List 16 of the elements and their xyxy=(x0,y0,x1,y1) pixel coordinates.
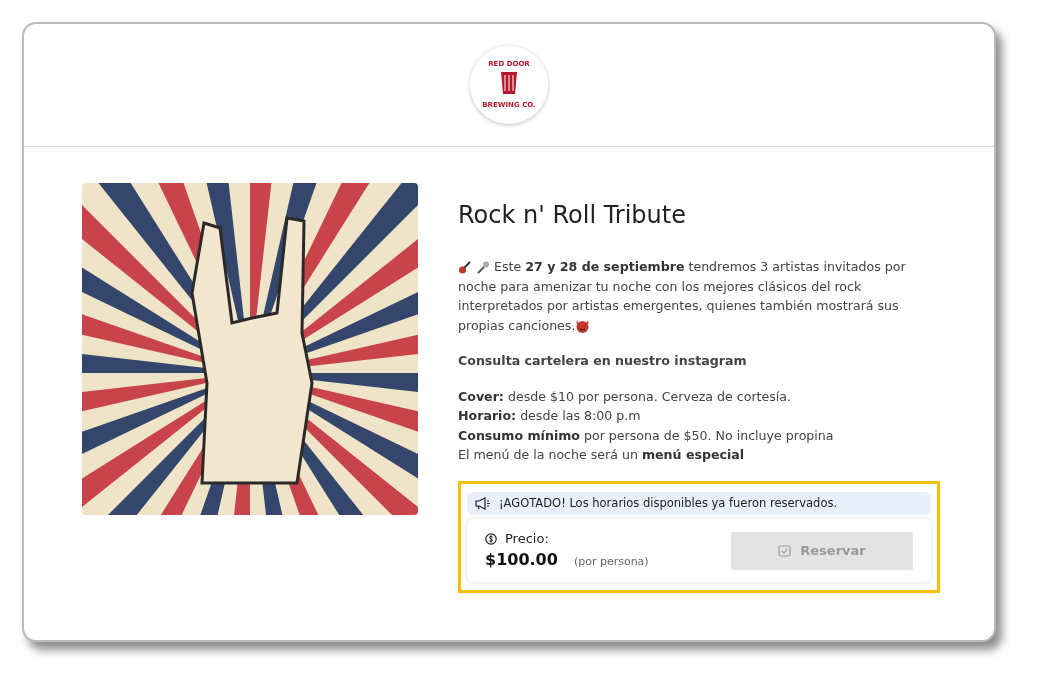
event-detail-line: El menú de la noche será un menú especial xyxy=(458,446,746,464)
price-label: Precio: xyxy=(505,529,549,548)
price-unit: (por persona) xyxy=(573,554,649,571)
event-detail-line: Cover: desde $10 por persona. Cerveza de cortesía. xyxy=(458,387,793,406)
microphone-icon xyxy=(476,261,490,274)
devil-face-icon xyxy=(575,319,591,333)
event-detail-line: Consumo mínimo por persona de $50. No incluye propina xyxy=(458,426,835,445)
price-amount: $100.00 xyxy=(485,549,558,572)
event-detail-line: Horario: desde las 8:00 p.m xyxy=(458,407,642,425)
event-description: Este 27 y 28 de septiembre tendremos 3 artistas invitados por noche para amenizar tu noche con los mejores clásicos del rock interpretados por artistas emergentes, quienes también mostrará sus propias canciones. xyxy=(458,258,907,335)
megaphone-icon xyxy=(475,496,491,510)
dollar-coin-icon xyxy=(485,532,497,545)
calendar-check-icon xyxy=(778,544,793,557)
instagram-notice: Consulta cartelera en nuestro instagram xyxy=(458,352,748,370)
event-title: Rock n' Roll Tribute xyxy=(458,200,687,231)
alert-text: ¡AGOTADO! Los horarios disponibles ya fueron reservados. xyxy=(499,494,838,512)
